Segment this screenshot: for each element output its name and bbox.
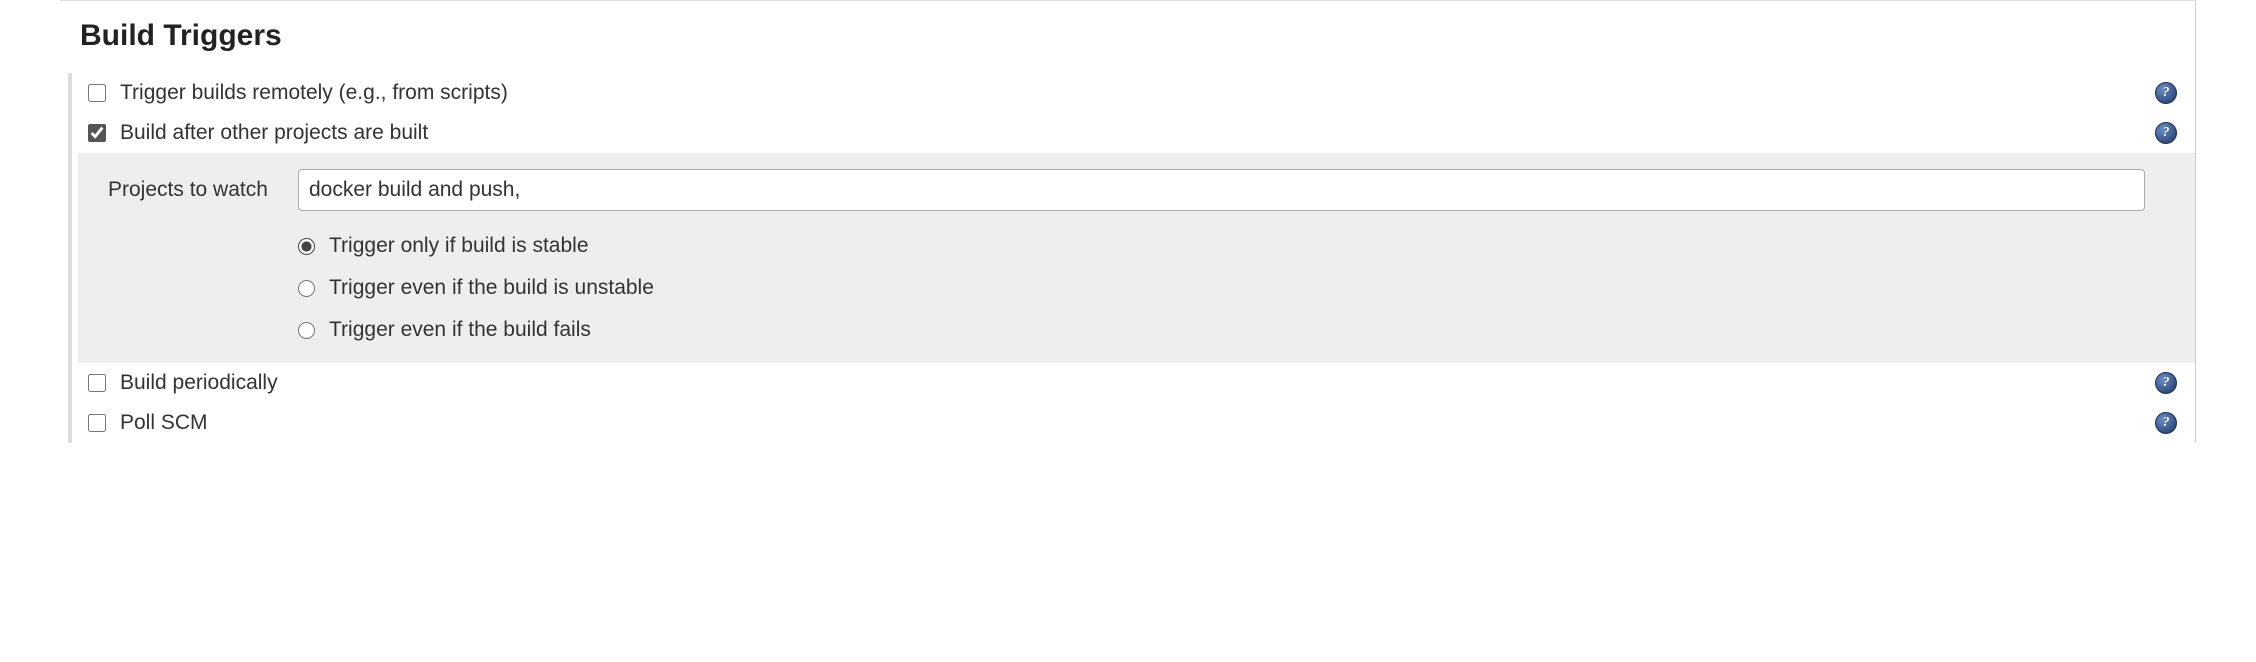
section-title: Build Triggers bbox=[80, 9, 2195, 73]
trigger-remote-label[interactable]: Trigger builds remotely (e.g., from scri… bbox=[120, 81, 508, 105]
projects-to-watch-row: Projects to watch bbox=[78, 155, 2195, 221]
help-icon[interactable]: ? bbox=[2155, 372, 2177, 394]
trigger-pollscm-row: Poll SCM ? bbox=[78, 403, 2195, 443]
trigger-periodic-checkbox[interactable] bbox=[88, 374, 106, 392]
help-icon[interactable]: ? bbox=[2155, 82, 2177, 104]
threshold-unstable-radio[interactable] bbox=[298, 280, 315, 297]
trigger-periodic-label[interactable]: Build periodically bbox=[120, 371, 278, 395]
trigger-pollscm-checkbox[interactable] bbox=[88, 414, 106, 432]
trigger-upstream-row: Build after other projects are built ? bbox=[78, 113, 2195, 153]
threshold-fails-label[interactable]: Trigger even if the build fails bbox=[329, 318, 591, 342]
help-icon[interactable]: ? bbox=[2155, 122, 2177, 144]
trigger-upstream-checkbox[interactable] bbox=[88, 124, 106, 142]
trigger-remote-checkbox[interactable] bbox=[88, 84, 106, 102]
build-triggers-section: Build Triggers Trigger builds remotely (… bbox=[60, 0, 2196, 443]
help-icon[interactable]: ? bbox=[2155, 412, 2177, 434]
triggers-block: Trigger builds remotely (e.g., from scri… bbox=[68, 73, 2195, 443]
trigger-remote-row: Trigger builds remotely (e.g., from scri… bbox=[78, 73, 2195, 113]
threshold-fails-radio[interactable] bbox=[298, 322, 315, 339]
threshold-radio-group: Trigger only if build is stable Trigger … bbox=[78, 221, 2195, 355]
projects-to-watch-label: Projects to watch bbox=[108, 178, 278, 202]
trigger-upstream-label[interactable]: Build after other projects are built bbox=[120, 121, 428, 145]
trigger-periodic-row: Build periodically ? bbox=[78, 363, 2195, 403]
upstream-config-panel: Projects to watch Trigger only if build … bbox=[78, 153, 2195, 363]
threshold-stable-radio[interactable] bbox=[298, 238, 315, 255]
threshold-unstable-label[interactable]: Trigger even if the build is unstable bbox=[329, 276, 654, 300]
threshold-stable-label[interactable]: Trigger only if build is stable bbox=[329, 234, 589, 258]
projects-to-watch-input[interactable] bbox=[298, 169, 2145, 211]
trigger-pollscm-label[interactable]: Poll SCM bbox=[120, 411, 208, 435]
